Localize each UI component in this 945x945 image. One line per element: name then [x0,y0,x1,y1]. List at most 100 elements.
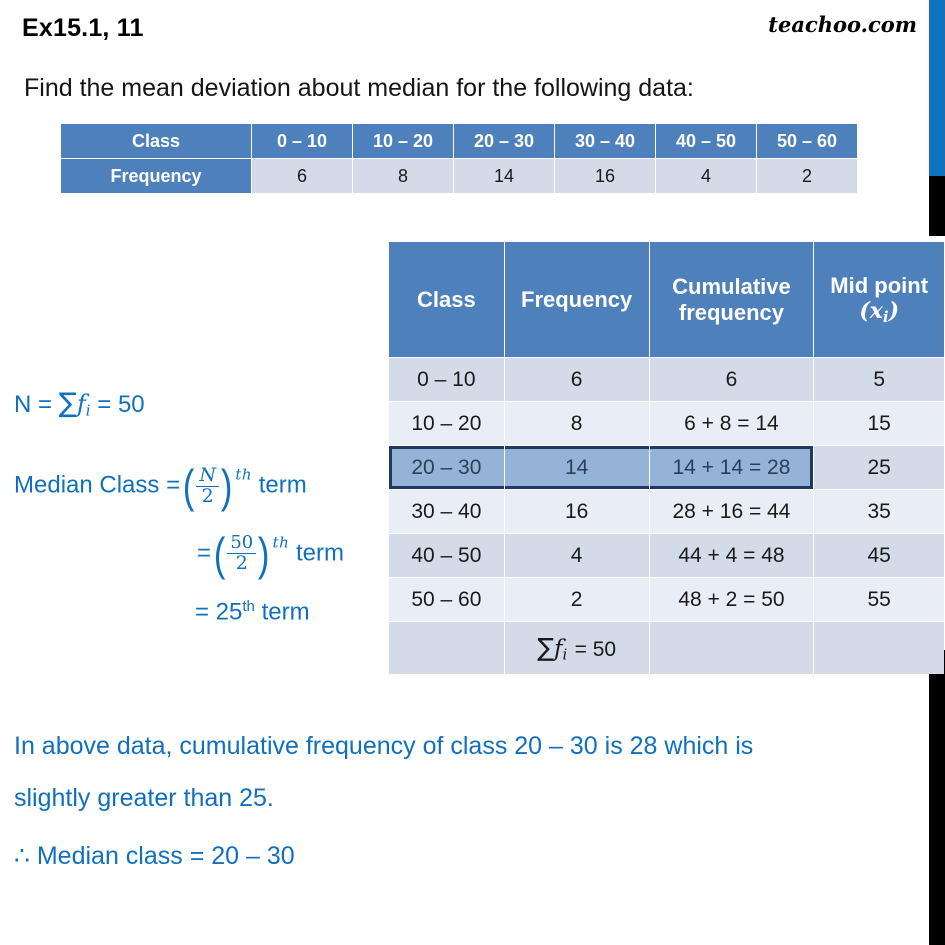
cell-midpoint: 45 [814,534,944,577]
fraction-50-over-2: (50 2) [212,528,272,580]
conclusion-line-3: ∴ Median class = 20 – 30 [14,842,295,870]
question-text: Find the mean deviation about median for… [24,74,694,102]
right-paren: ) [258,528,270,580]
cumulative-line1: Cumulative [672,274,791,300]
ordinal-superscript: th [272,533,290,552]
f-symbol: f [554,635,563,662]
table-row: 30 – 40 16 28 + 16 = 44 35 [389,490,944,533]
class-cell: 10 – 20 [353,124,453,158]
fraction-denominator: 2 [196,485,220,507]
left-paren: ( [213,528,226,580]
term-word: term [261,598,310,626]
cell-midpoint: 25 [814,446,944,489]
median-class-line: Median Class =(N 2) th term [14,460,307,512]
midpoint-line1: Mid point [830,273,929,299]
cell-cumulative: 14 + 14 = 28 [649,446,814,489]
term-word: term [258,471,307,499]
ordinal-superscript: th [242,598,255,615]
sigma-icon: ∑ [58,388,77,419]
fi-subscript: i [85,401,91,420]
table-row-highlighted-median-class: 20 – 30 14 14 + 14 = 28 25 [389,446,944,489]
cell-cumulative: 44 + 4 = 48 [649,534,814,577]
fraction-numerator: N [199,463,217,486]
fi-symbol: f [76,390,86,418]
cell-midpoint: 15 [814,402,944,445]
f-subscript: i [562,645,568,664]
frequency-cell: 8 [353,159,453,193]
table-row: 50 – 60 2 48 + 2 = 50 55 [389,578,944,621]
cell-frequency: 16 [504,490,649,533]
cell-cumulative: 6 + 8 = 14 [649,402,814,445]
sigma-icon: ∑ [537,632,555,662]
paren-open: ( [859,298,870,325]
class-cell: 0 – 10 [252,124,352,158]
median-result-line: = 25th term [195,598,310,626]
n-value: 50 [117,391,145,418]
midpoint-symbol: (xi) [859,298,899,326]
table-row: 0 – 10 6 6 5 [389,358,944,401]
cell-frequency: 14 [504,446,649,489]
column-header-cumulative-frequency: Cumulative frequency [649,242,814,357]
frequency-cell: 6 [252,159,352,193]
total-value: = 50 [574,637,617,661]
row-header-class: Class [61,124,251,158]
right-edge-blue-bar [929,0,945,176]
fraction-denominator: 2 [227,552,257,574]
class-cell: 30 – 40 [555,124,655,158]
left-paren: ( [182,460,195,512]
term-word: term [295,539,344,567]
class-cell: 50 – 60 [757,124,857,158]
n-label: N = [14,391,53,418]
table-row: 40 – 50 4 44 + 4 = 48 45 [389,534,944,577]
table-row-frequency: Frequency 6 8 14 16 4 2 [61,159,857,193]
table-row-total: ∑fi = 50 [389,622,944,674]
column-header-midpoint: Mid point (xi) [814,242,944,357]
equals-sign: = [197,539,212,567]
cell-class: 40 – 50 [389,534,504,577]
cell-class: 30 – 40 [389,490,504,533]
cell-midpoint: 35 [814,490,944,533]
total-frequency-line: N = ∑fi = 50 [14,388,145,419]
table-row-class: Class 0 – 10 10 – 20 20 – 30 30 – 40 40 … [61,124,857,158]
teachoo-logo: teachoo.com [768,12,917,37]
fraction-numerator: 50 [230,532,254,554]
class-cell: 40 – 50 [656,124,756,158]
cell-empty [814,622,944,674]
cell-empty [389,622,504,674]
cell-class: 20 – 30 [389,446,504,489]
cell-cumulative: 6 [649,358,814,401]
right-paren: ) [220,460,233,512]
fraction-n-over-2: (N 2) [181,460,234,512]
given-data-table: Class 0 – 10 10 – 20 20 – 30 30 – 40 40 … [60,123,858,194]
cell-frequency: 6 [504,358,649,401]
cell-frequency: 4 [504,534,649,577]
conclusion-line-1: In above data, cumulative frequency of c… [14,732,754,760]
cell-midpoint: 5 [814,358,944,401]
cell-empty [649,622,814,674]
right-edge-black-bar-bottom [929,650,945,945]
cell-midpoint: 55 [814,578,944,621]
right-edge-black-bar-top [929,176,945,236]
table-header-row: Class Frequency Cumulative frequency Mid… [389,242,944,357]
cumulative-frequency-table: Class Frequency Cumulative frequency Mid… [388,241,945,675]
ordinal-superscript: th [235,465,253,484]
cell-total-frequency: ∑fi = 50 [504,622,649,674]
frequency-cell: 2 [757,159,857,193]
column-header-class: Class [389,242,504,357]
x-symbol: x [869,298,883,325]
table-row: 10 – 20 8 6 + 8 = 14 15 [389,402,944,445]
median-class-label: Median Class = [14,471,181,499]
conclusion-line-2: slightly greater than 25. [14,784,274,812]
frequency-cell: 14 [454,159,554,193]
cumulative-line2: frequency [678,299,785,325]
page-title: Ex15.1, 11 [22,14,144,42]
class-cell: 20 – 30 [454,124,554,158]
cell-class: 0 – 10 [389,358,504,401]
column-header-frequency: Frequency [504,242,649,357]
paren-close: ) [888,298,899,325]
cell-cumulative: 48 + 2 = 50 [649,578,814,621]
row-header-frequency: Frequency [61,159,251,193]
median-term-number: = 25 [195,598,243,626]
cell-frequency: 2 [504,578,649,621]
cell-class: 10 – 20 [389,402,504,445]
